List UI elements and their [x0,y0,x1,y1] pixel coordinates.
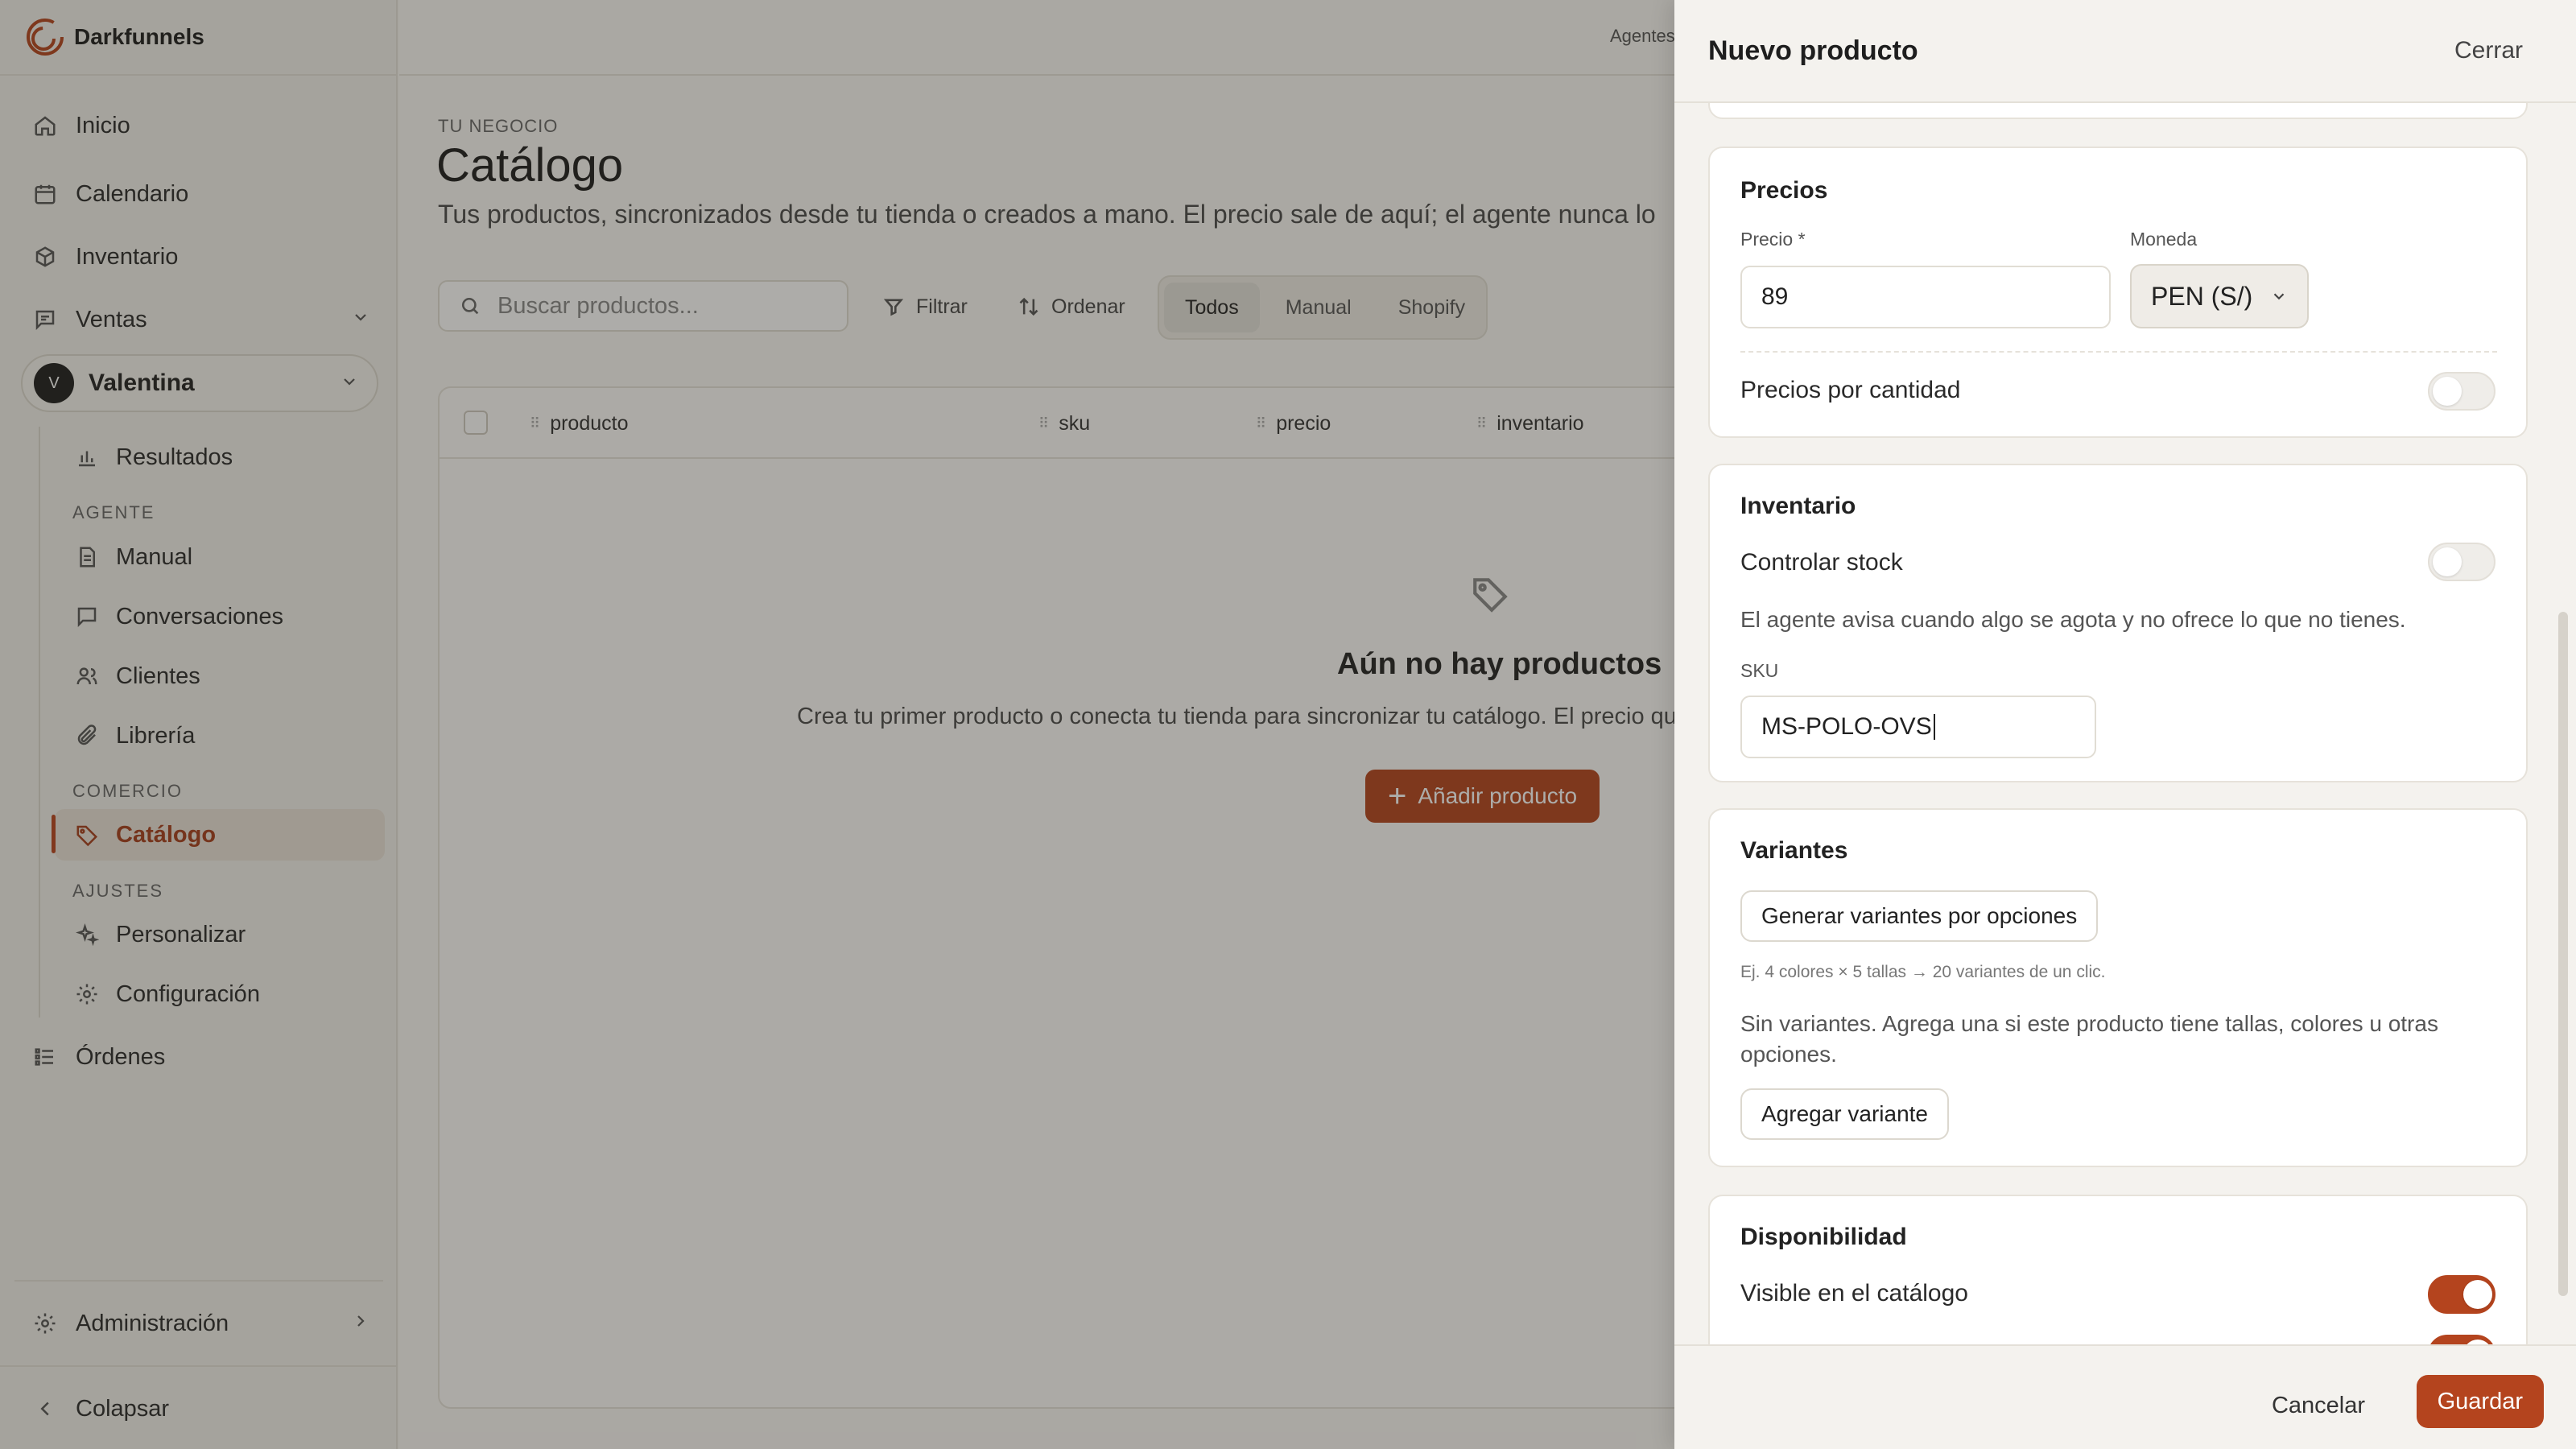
currency-value: PEN (S/) [2151,281,2253,311]
bulk-pricing-label: Precios por cantidad [1740,377,1961,403]
stock-control-toggle[interactable] [2428,543,2496,581]
inventory-card: Inventario Controlar stock El agente avi… [1708,464,2528,782]
stock-control-label: Controlar stock [1740,549,1903,576]
sku-input[interactable]: MS-POLO-OVS [1740,696,2096,758]
sku-label: SKU [1740,660,1779,681]
generate-variants-button[interactable]: Generar variantes por opciones [1740,890,2099,942]
toggle-knob [2433,377,2462,406]
sku-value: MS-POLO-OVS [1761,713,1932,740]
new-product-drawer: Nuevo producto Cerrar Precios Precio * 8… [1674,0,2576,1449]
toggle-knob [2463,1280,2492,1309]
price-input[interactable]: 89 [1740,266,2111,328]
inventory-title: Inventario [1740,493,1856,519]
price-label: Precio * [1740,229,1806,250]
cancel-button[interactable]: Cancelar [2272,1393,2365,1419]
close-button[interactable]: Cerrar [2454,37,2523,64]
scrollbar[interactable] [2558,612,2568,1296]
save-button[interactable]: Guardar [2416,1375,2544,1428]
drawer-title: Nuevo producto [1708,35,1918,66]
divider [1740,351,2497,353]
variants-empty-line1: Sin variantes. Agrega una si este produc… [1740,1011,2438,1036]
text-cursor [1933,714,1935,740]
stock-hint: El agente avisa cuando algo se agota y n… [1740,607,2406,632]
add-variant-button[interactable]: Agregar variante [1740,1088,1950,1140]
variants-card: Variantes Generar variantes por opciones… [1708,808,2528,1167]
modal-backdrop[interactable] [0,0,1674,1449]
chevron-down-icon [2273,293,2285,300]
drawer-footer: Cancelar Guardar [1674,1344,2576,1449]
visible-in-catalog-label: Visible en el catálogo [1740,1280,1968,1307]
variants-example: Ej. 4 colores × 5 tallas → 20 variantes … [1740,963,2106,981]
bulk-pricing-toggle[interactable] [2428,372,2496,411]
currency-label: Moneda [2130,229,2198,250]
prices-card: Precios Precio * 89 Moneda PEN (S/) Prec… [1708,147,2528,438]
prices-title: Precios [1740,177,1828,204]
variants-empty-line2: opciones. [1740,1042,1837,1067]
visible-in-catalog-toggle[interactable] [2428,1275,2496,1314]
drawer-header: Nuevo producto Cerrar [1674,0,2576,103]
currency-select[interactable]: PEN (S/) [2130,264,2310,328]
toggle-knob [2433,547,2462,576]
availability-title: Disponibilidad [1740,1224,1907,1250]
variants-title: Variantes [1740,837,1848,864]
